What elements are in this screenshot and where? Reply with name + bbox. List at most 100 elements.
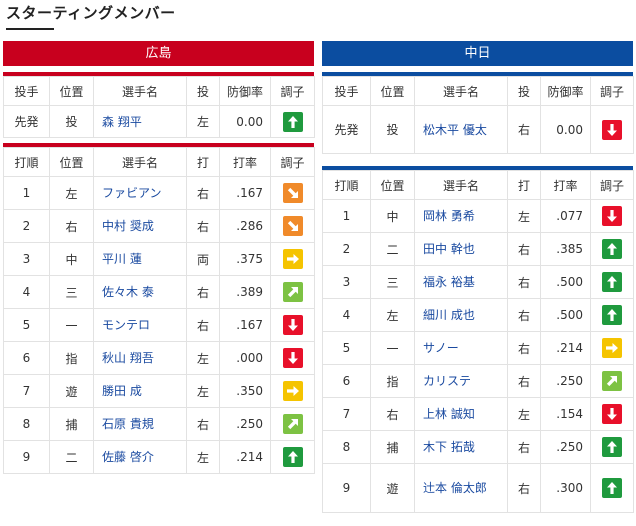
pitcher-role: 先発 — [322, 105, 371, 154]
batter-form-cell — [590, 298, 634, 332]
batter-name-link[interactable]: 石原 貴規 — [93, 407, 187, 441]
batting-average: .000 — [219, 341, 271, 375]
up-icon — [602, 305, 622, 325]
pitcher-form-cell — [270, 105, 315, 138]
batter-name-link[interactable]: 岡林 勇希 — [414, 199, 508, 233]
col-header: 調子 — [270, 76, 315, 106]
col-header: 投手 — [322, 76, 371, 106]
batter-name-link[interactable]: 上林 誠知 — [414, 397, 508, 431]
batter-name-link[interactable]: モンテロ — [93, 308, 187, 342]
batting-average: .250 — [540, 430, 591, 464]
away-pitcher-table: 投手 位置 選手名 投 防御率 調子 先発 投 松木平 優太 右 0.00 — [322, 76, 634, 154]
batter-position: 左 — [370, 298, 415, 332]
down-icon — [602, 119, 622, 140]
col-header: 打 — [507, 170, 541, 200]
col-header: 防御率 — [540, 76, 591, 106]
away-batter-table: 打順 位置 選手名 打 打率 調子 1 中岡林 勇希左 .077 2 二田中 幹也右 .3… — [322, 170, 634, 513]
batting-order: 3 — [322, 265, 371, 299]
down-icon — [602, 206, 622, 226]
batter-position: 指 — [49, 341, 94, 375]
home-batter-rows: 1 左ファビアン右 .167 2 右中村 奨成右 .286 3 中平川 蓮両 .375 4 三佐々木… — [3, 176, 315, 474]
batter-name-link[interactable]: 秋山 翔吾 — [93, 341, 187, 375]
batting-order: 6 — [322, 364, 371, 398]
batter-row: 9 遊辻本 倫太郎右 .300 — [322, 463, 634, 513]
home-team-panel: 広島 投手 位置 選手名 投 防御率 調子 先発 投 森 翔平 左 0.00 打… — [3, 41, 315, 474]
col-header: 投 — [507, 76, 541, 106]
batter-name-link[interactable]: 勝田 成 — [93, 374, 187, 408]
col-header: 打率 — [540, 170, 591, 200]
batter-name-link[interactable]: 佐藤 啓介 — [93, 440, 187, 474]
col-header: 打率 — [219, 147, 271, 177]
batter-position: 捕 — [49, 407, 94, 441]
batter-name-link[interactable]: 木下 拓哉 — [414, 430, 508, 464]
away-pitcher-row: 先発 投 松木平 優太 右 0.00 — [322, 105, 634, 154]
batter-hand: 左 — [186, 374, 220, 408]
batting-order: 7 — [3, 374, 50, 408]
batter-hand: 両 — [186, 242, 220, 276]
col-header: 調子 — [590, 170, 634, 200]
batter-form-cell — [270, 440, 315, 474]
down-icon — [282, 348, 303, 368]
batter-hand: 左 — [186, 440, 220, 474]
up-right-icon — [282, 282, 303, 302]
pitcher-position: 投 — [370, 105, 415, 154]
batter-name-link[interactable]: 佐々木 泰 — [93, 275, 187, 309]
down-right-icon — [282, 183, 303, 203]
batter-position: 右 — [370, 397, 415, 431]
batter-row: 3 中平川 蓮両 .375 — [3, 242, 315, 276]
batter-form-cell — [590, 232, 634, 266]
up-icon — [602, 239, 622, 259]
batter-form-cell — [270, 242, 315, 276]
col-header: 位置 — [49, 76, 94, 106]
batter-form-cell — [270, 176, 315, 210]
col-header: 選手名 — [414, 170, 508, 200]
batter-name-link[interactable]: 田中 幹也 — [414, 232, 508, 266]
col-header: 打 — [186, 147, 220, 177]
up-icon — [282, 111, 303, 132]
batter-hand: 右 — [186, 209, 220, 243]
up-icon — [282, 447, 303, 467]
right-icon — [282, 381, 303, 401]
batter-name-link[interactable]: 細川 成也 — [414, 298, 508, 332]
batter-form-cell — [590, 430, 634, 464]
home-pitcher-header-row: 投手 位置 選手名 投 防御率 調子 — [3, 76, 315, 106]
batter-position: 中 — [370, 199, 415, 233]
batter-position: 一 — [370, 331, 415, 365]
batter-hand: 右 — [507, 331, 541, 365]
up-icon — [602, 437, 622, 457]
home-team-header: 広島 — [3, 41, 314, 66]
col-header: 選手名 — [93, 147, 187, 177]
pitcher-era: 0.00 — [540, 105, 591, 154]
away-pitcher-header-row: 投手 位置 選手名 投 防御率 調子 — [322, 76, 634, 106]
batting-average: .375 — [219, 242, 271, 276]
batter-form-cell — [270, 341, 315, 375]
batter-hand: 左 — [186, 341, 220, 375]
batter-position: 遊 — [49, 374, 94, 408]
right-icon — [602, 338, 622, 358]
pitcher-name-link[interactable]: 森 翔平 — [93, 105, 187, 138]
down-right-icon — [282, 216, 303, 236]
col-header: 位置 — [370, 170, 415, 200]
batter-position: 二 — [49, 440, 94, 474]
batter-row: 3 三福永 裕基右 .500 — [322, 265, 634, 299]
pitcher-name-link[interactable]: 松木平 優太 — [414, 105, 508, 154]
batter-hand: 右 — [507, 298, 541, 332]
pitcher-hand: 左 — [186, 105, 220, 138]
batting-average: .154 — [540, 397, 591, 431]
batter-name-link[interactable]: 平川 蓮 — [93, 242, 187, 276]
away-batter-rows: 1 中岡林 勇希左 .077 2 二田中 幹也右 .385 3 三福永 裕基右 .500 4 左細川… — [322, 199, 634, 513]
batter-row: 5 一サノー右 .214 — [322, 331, 634, 365]
batter-hand: 右 — [507, 265, 541, 299]
batter-row: 1 左ファビアン右 .167 — [3, 176, 315, 210]
batter-name-link[interactable]: サノー — [414, 331, 508, 365]
batter-name-link[interactable]: ファビアン — [93, 176, 187, 210]
batter-row: 6 指秋山 翔吾左 .000 — [3, 341, 315, 375]
batting-order: 6 — [3, 341, 50, 375]
batter-form-cell — [590, 265, 634, 299]
batting-order: 2 — [322, 232, 371, 266]
batter-name-link[interactable]: 中村 奨成 — [93, 209, 187, 243]
batter-row: 5 一モンテロ右 .167 — [3, 308, 315, 342]
batter-name-link[interactable]: 福永 裕基 — [414, 265, 508, 299]
batter-name-link[interactable]: 辻本 倫太郎 — [414, 463, 508, 513]
batter-name-link[interactable]: カリステ — [414, 364, 508, 398]
